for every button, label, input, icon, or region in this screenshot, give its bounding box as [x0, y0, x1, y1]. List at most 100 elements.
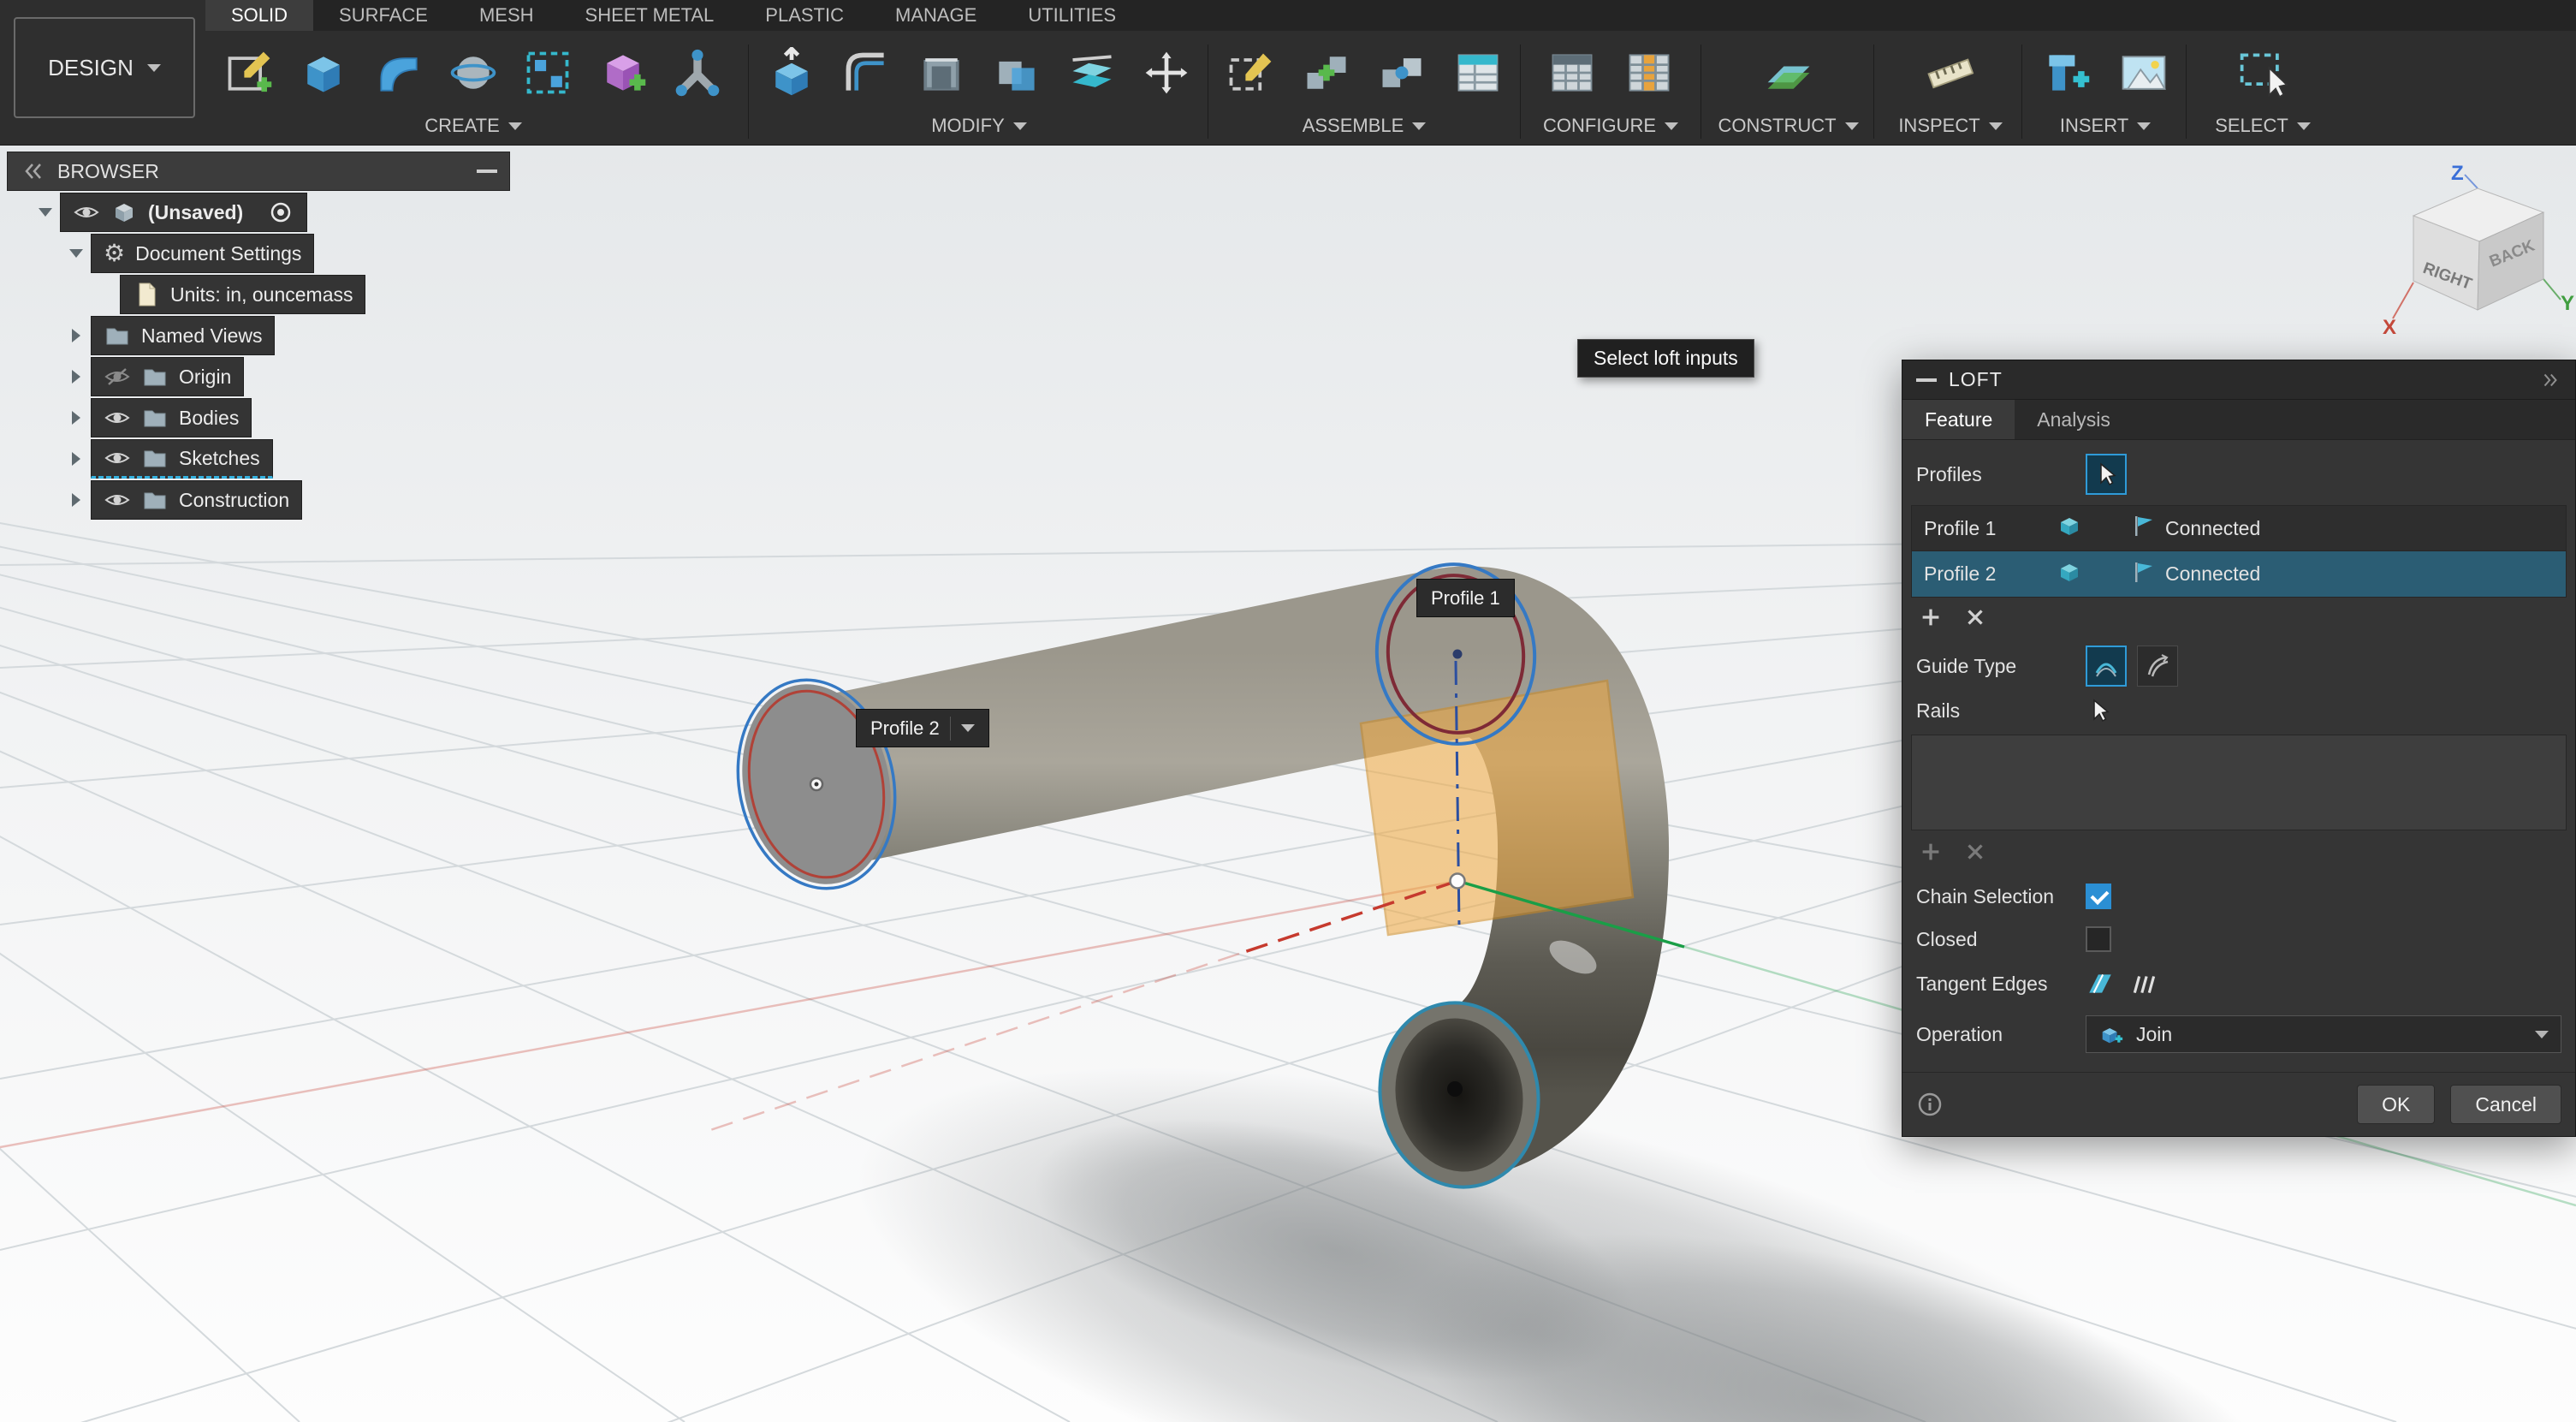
tangent-edges-split-icon[interactable]	[2130, 969, 2159, 998]
add-rail-icon-disabled[interactable]	[1918, 839, 1944, 865]
group-label-create[interactable]: CREATE	[214, 115, 733, 137]
tool-as-built-joint-icon[interactable]	[1367, 37, 1438, 109]
profile-row-2[interactable]: Profile 2 Connected	[1912, 551, 2566, 597]
dock-arrows-icon[interactable]	[2539, 369, 2561, 391]
minimize-browser-icon[interactable]	[477, 170, 497, 173]
group-label-assemble[interactable]: ASSEMBLE	[1215, 115, 1513, 137]
expand-collapse-icon[interactable]	[62, 329, 91, 342]
tool-configure-icon[interactable]	[1536, 37, 1608, 109]
chain-selection-checkbox[interactable]	[2086, 884, 2111, 909]
tool-insert-derive-icon[interactable]	[2031, 37, 2103, 109]
loft-dialog-header[interactable]: LOFT	[1902, 360, 2575, 400]
cancel-button[interactable]: Cancel	[2450, 1085, 2561, 1124]
browser-item-document-settings[interactable]: ⚙ Document Settings	[91, 234, 314, 273]
tool-rectangular-pattern-icon[interactable]	[513, 37, 583, 109]
expand-collapse-icon[interactable]	[62, 249, 91, 258]
group-label-select[interactable]: SELECT	[2194, 115, 2331, 137]
visibility-eye-icon[interactable]	[104, 404, 131, 431]
tab-surface[interactable]: SURFACE	[313, 0, 454, 31]
expand-collapse-icon[interactable]	[62, 493, 91, 507]
remove-profile-icon[interactable]	[1962, 604, 1988, 630]
browser-item-units[interactable]: Units: in, ouncemass	[120, 275, 365, 314]
group-label-inspect[interactable]: INSPECT	[1882, 115, 2019, 137]
profile-row-1[interactable]: Profile 1 Connected	[1912, 506, 2566, 551]
visibility-eye-icon[interactable]	[104, 486, 131, 514]
add-profile-icon[interactable]	[1918, 604, 1944, 630]
loft-tab-feature[interactable]: Feature	[1902, 400, 2015, 439]
tab-utilities[interactable]: UTILITIES	[1002, 0, 1142, 31]
activate-component-radio-icon[interactable]	[267, 199, 294, 226]
bottom-center-point[interactable]	[1447, 1081, 1463, 1097]
group-label-construct[interactable]: CONSTRUCT	[1709, 115, 1867, 137]
rails-list-empty[interactable]	[1911, 735, 2567, 830]
origin-marker[interactable]	[1451, 874, 1465, 889]
operation-dropdown[interactable]: Join	[2086, 1015, 2561, 1053]
tool-create-sketch-icon[interactable]	[214, 37, 283, 109]
browser-item-bodies[interactable]: Bodies	[91, 398, 252, 437]
visibility-eye-off-icon[interactable]	[104, 363, 131, 390]
cursor-arrow-icon	[2092, 461, 2120, 488]
group-label-modify[interactable]: MODIFY	[757, 115, 1202, 137]
group-insert-text: INSERT	[2060, 115, 2128, 137]
profile2-label-chip[interactable]: Profile 2	[856, 709, 989, 747]
tool-construction-plane-icon[interactable]	[1753, 37, 1825, 109]
tool-bom-icon[interactable]	[1443, 37, 1514, 109]
remove-rail-icon-disabled[interactable]	[1962, 839, 1988, 865]
tab-mesh[interactable]: MESH	[454, 0, 560, 31]
browser-item-sketches[interactable]: Sketches	[91, 439, 273, 479]
browser-item-origin[interactable]: Origin	[91, 357, 244, 396]
tool-revolve-icon[interactable]	[438, 37, 507, 109]
expand-collapse-icon[interactable]	[31, 208, 60, 217]
design-workspace-button[interactable]: DESIGN	[14, 17, 195, 118]
rails-cursor-arrow-icon[interactable]	[2086, 697, 2113, 724]
tool-combine-icon[interactable]	[982, 37, 1052, 109]
tool-create-form-icon[interactable]	[588, 37, 657, 109]
collapse-panel-icon[interactable]	[20, 158, 47, 185]
collapse-dialog-icon[interactable]	[1916, 378, 1937, 382]
visibility-eye-icon[interactable]	[104, 444, 131, 472]
group-label-insert[interactable]: INSERT	[2030, 115, 2181, 137]
folder-icon	[141, 444, 169, 472]
tab-solid[interactable]: SOLID	[205, 0, 313, 31]
group-select: SELECT	[2194, 31, 2331, 146]
chevron-down-icon[interactable]	[961, 724, 975, 732]
closed-checkbox[interactable]	[2086, 926, 2111, 952]
tool-box-icon[interactable]	[288, 37, 358, 109]
info-icon[interactable]	[1916, 1091, 1944, 1118]
tool-joint-icon[interactable]	[1291, 37, 1362, 109]
browser-item-named-views[interactable]: Named Views	[91, 316, 275, 355]
tool-measure-icon[interactable]	[1914, 37, 1986, 109]
visibility-eye-icon[interactable]	[73, 199, 100, 226]
browser-item-unsaved[interactable]: (Unsaved)	[60, 193, 307, 232]
profiles-select-button[interactable]	[2086, 454, 2127, 495]
tab-manage[interactable]: MANAGE	[870, 0, 1002, 31]
tool-fillet-icon[interactable]	[832, 37, 902, 109]
viewcube[interactable]: RIGHT BACK Z X Y	[2379, 163, 2576, 346]
tool-move-copy-icon[interactable]	[1131, 37, 1202, 109]
expand-collapse-icon[interactable]	[62, 452, 91, 466]
expand-collapse-icon[interactable]	[62, 370, 91, 384]
profile1-label-chip[interactable]: Profile 1	[1416, 579, 1515, 617]
tool-pipe-icon[interactable]	[663, 37, 733, 109]
tool-new-component-icon[interactable]	[1215, 37, 1286, 109]
profile1-center-point[interactable]	[1453, 650, 1463, 659]
guide-type-guides-button[interactable]	[2086, 646, 2127, 687]
tool-sweep-icon[interactable]	[364, 37, 433, 109]
profile-row-status: Connected	[2165, 562, 2260, 586]
tangent-edges-merged-icon[interactable]	[2086, 969, 2115, 998]
tool-split-body-icon[interactable]	[1057, 37, 1127, 109]
tool-shell-icon[interactable]	[906, 37, 976, 109]
tool-press-pull-icon[interactable]	[757, 37, 827, 109]
tool-configuration-table-icon[interactable]	[1613, 37, 1685, 109]
loft-tab-analysis[interactable]: Analysis	[2015, 400, 2133, 439]
chevron-down-icon	[1412, 122, 1426, 130]
browser-item-construction[interactable]: Construction	[91, 480, 302, 520]
tab-sheet-metal[interactable]: SHEET METAL	[560, 0, 740, 31]
group-label-configure[interactable]: CONFIGURE	[1528, 115, 1693, 137]
tool-canvas-icon[interactable]	[2108, 37, 2180, 109]
ok-button[interactable]: OK	[2357, 1085, 2435, 1124]
tool-select-window-icon[interactable]	[2227, 37, 2299, 109]
expand-collapse-icon[interactable]	[62, 411, 91, 425]
tab-plastic[interactable]: PLASTIC	[739, 0, 870, 31]
guide-type-centerline-button[interactable]	[2137, 646, 2178, 687]
